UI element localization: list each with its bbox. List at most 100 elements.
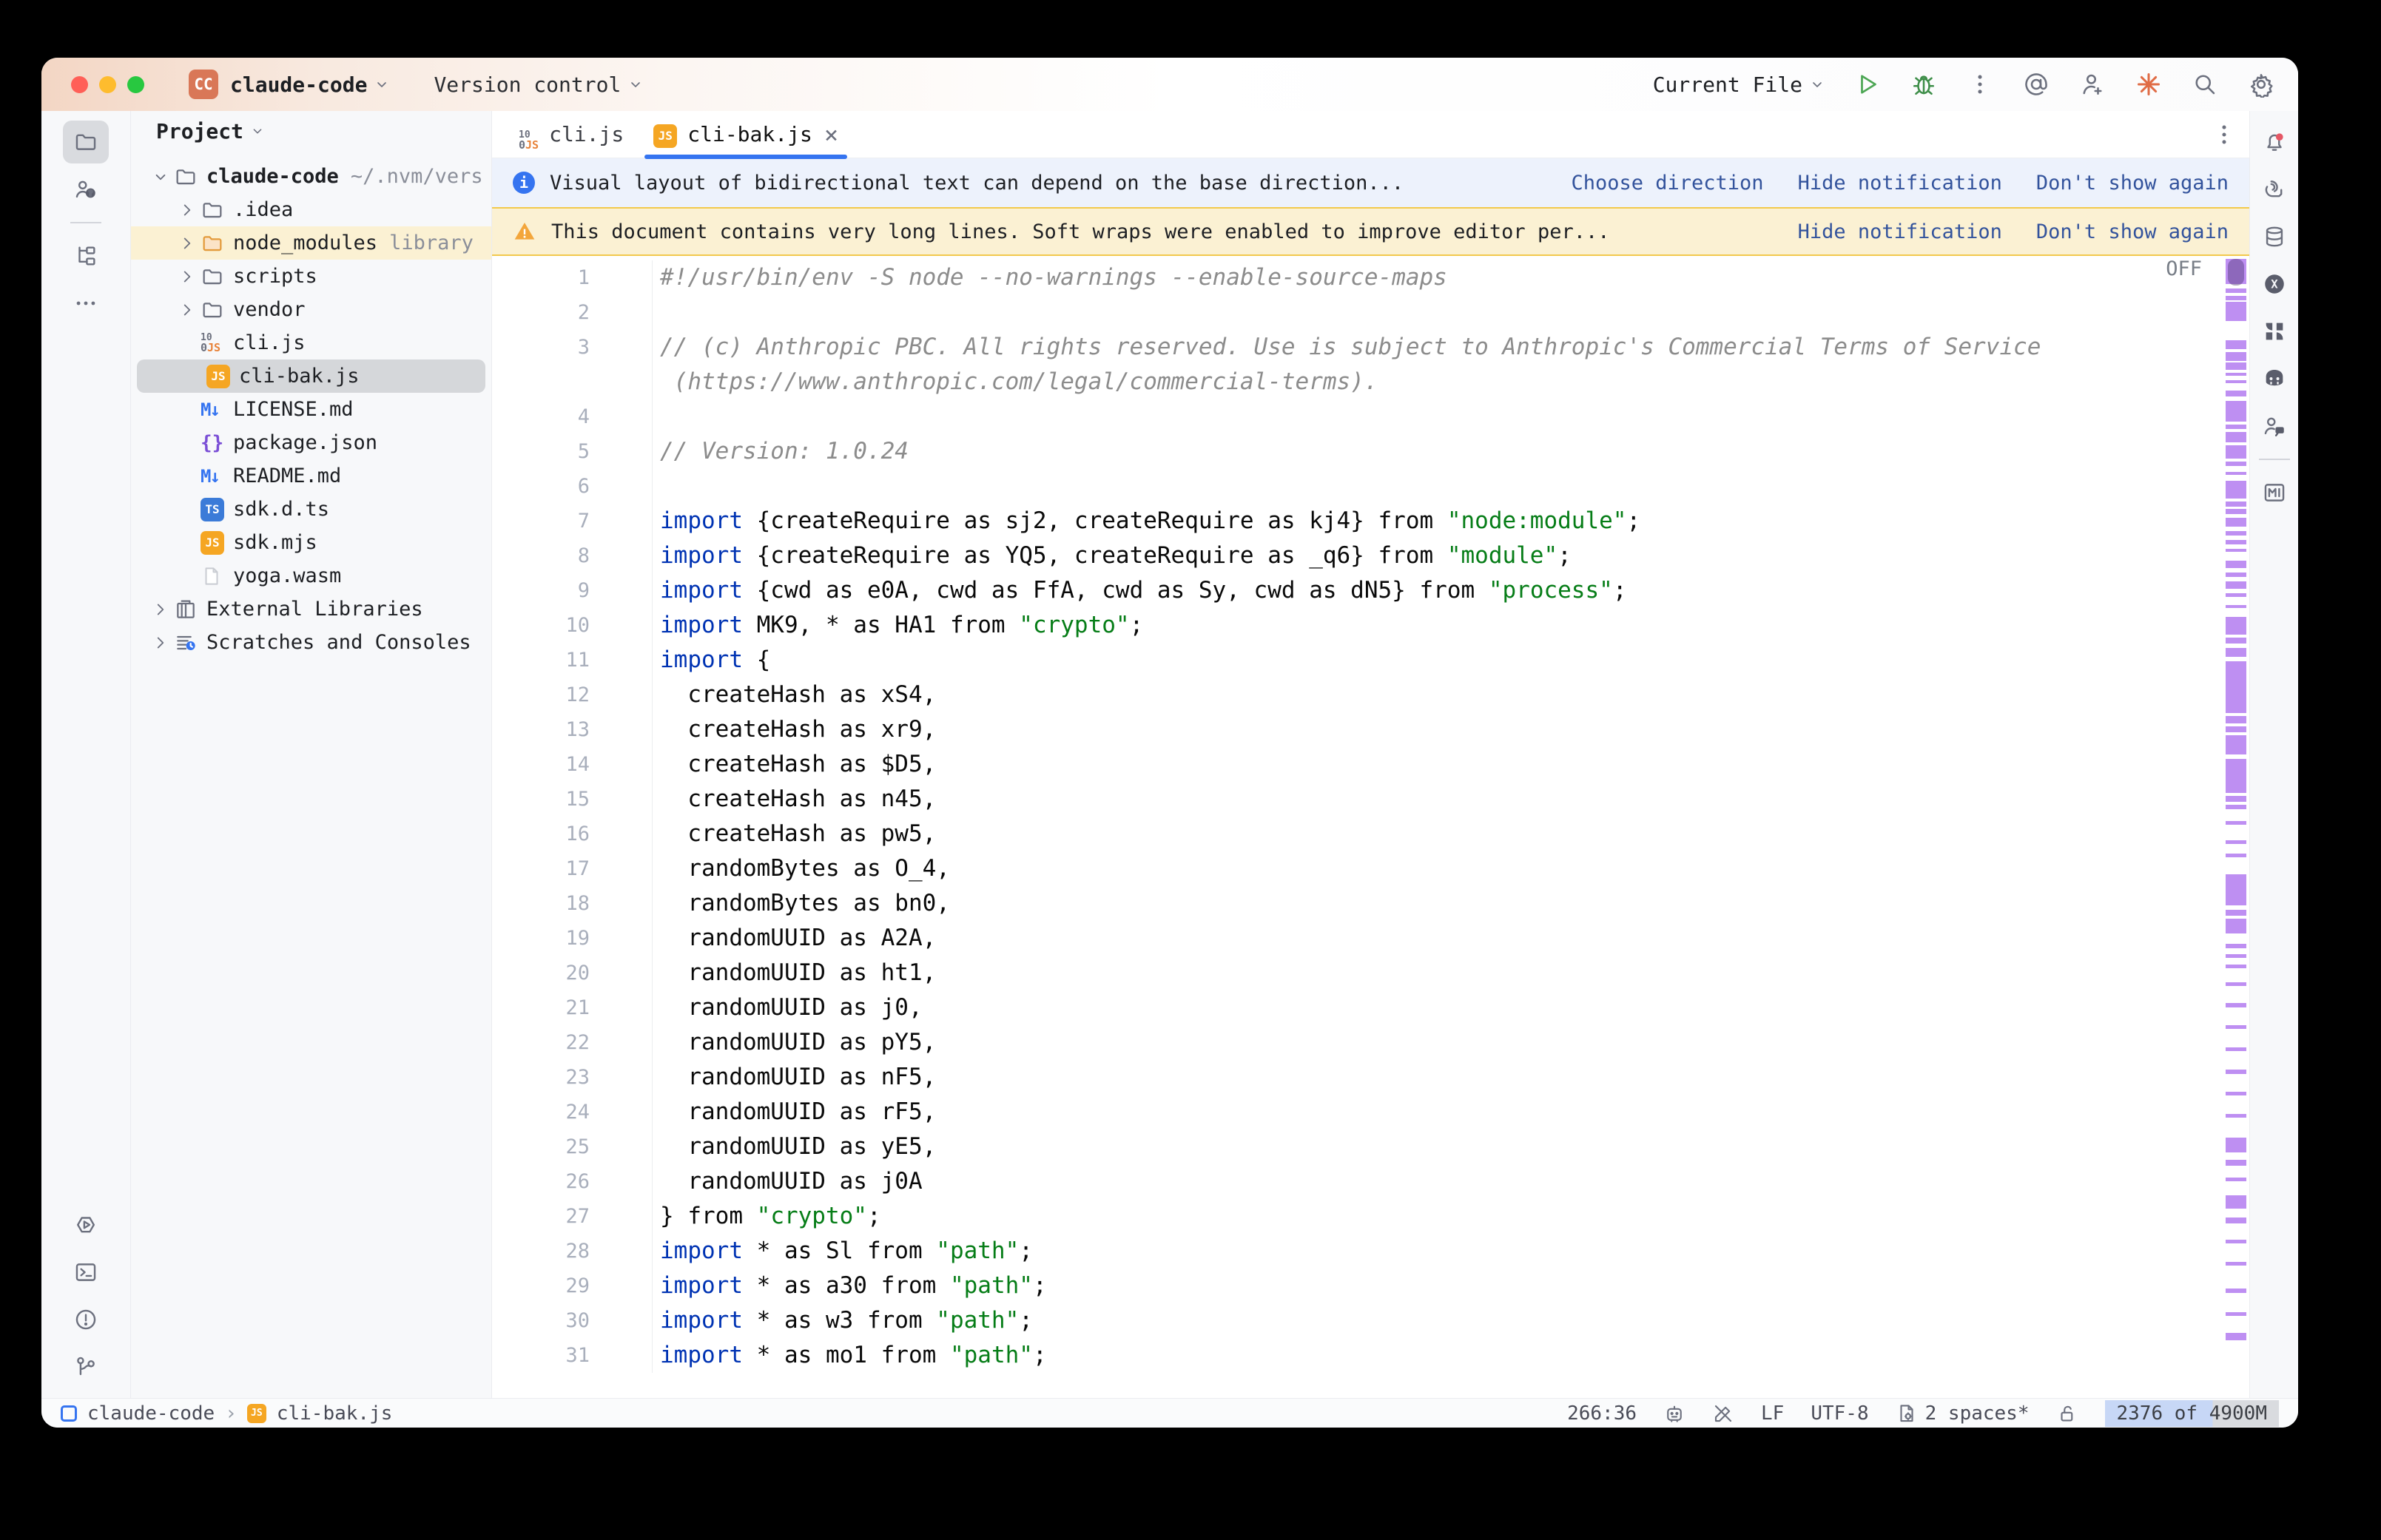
code-line[interactable]: 31import * as mo1 from "path"; [492, 1338, 2249, 1373]
code-line[interactable]: 22 randomUUID as pY5, [492, 1025, 2249, 1060]
mentions-icon[interactable] [2021, 70, 2051, 99]
line-separator-widget[interactable]: LF [1761, 1402, 1784, 1425]
markdown-icon[interactable] [2252, 471, 2297, 514]
banner-link-don-t-show-again[interactable]: Don't show again [2036, 172, 2229, 195]
chevron-down-icon[interactable] [147, 167, 174, 186]
close-window-button[interactable] [71, 76, 88, 93]
pull-requests-icon[interactable]: ? [63, 168, 109, 211]
code-with-me-icon[interactable] [2252, 405, 2297, 448]
code-line[interactable]: 2 [492, 295, 2249, 330]
chevron-right-icon[interactable] [174, 234, 201, 253]
tree-item-license-md[interactable]: M↓LICENSE.md [131, 393, 491, 426]
code-line[interactable]: 9import {cwd as e0A, cwd as FfA, cwd as … [492, 573, 2249, 608]
copilot-icon[interactable] [2252, 357, 2297, 400]
code-line[interactable]: 4 [492, 399, 2249, 434]
code-line[interactable]: 3// (c) Anthropic PBC. All rights reserv… [492, 330, 2249, 365]
run-icon[interactable] [63, 1203, 109, 1246]
tab-cli-bak-js[interactable]: JScli-bak.js× [639, 111, 853, 158]
code-line[interactable]: 29import * as a30 from "path"; [492, 1269, 2249, 1303]
code-line[interactable]: 7import {createRequire as sj2, createReq… [492, 504, 2249, 538]
chevron-right-icon[interactable] [174, 300, 201, 320]
code-line[interactable]: 27} from "crypto"; [492, 1199, 2249, 1234]
tree-item-cli-js[interactable]: 100JScli.js [131, 326, 491, 359]
tree-item-vendor[interactable]: vendor [131, 293, 491, 326]
code-line[interactable]: 26 randomUUID as j0A [492, 1164, 2249, 1199]
project-name-menu[interactable]: claude-code [230, 72, 367, 97]
banner-link-hide-notification[interactable]: Hide notification [1798, 172, 2002, 195]
code-line[interactable]: 28import * as Sl from "path"; [492, 1234, 2249, 1269]
close-tab-icon[interactable]: × [824, 123, 838, 146]
code-line[interactable]: 19 randomUUID as A2A, [492, 921, 2249, 956]
search-everywhere-button[interactable] [2190, 70, 2220, 99]
tree-item-scripts[interactable]: scripts [131, 260, 491, 293]
code-line[interactable]: 21 randomUUID as j0, [492, 990, 2249, 1025]
memory-indicator[interactable]: 2376 of 4900M [2105, 1400, 2280, 1427]
code-line[interactable]: 5// Version: 1.0.24 [492, 434, 2249, 469]
tab-cli-js[interactable]: 100JScli.js [504, 111, 639, 158]
database-icon[interactable] [2252, 215, 2297, 258]
problems-icon[interactable] [63, 1298, 109, 1341]
readonly-toggle-icon[interactable] [1712, 1402, 1734, 1425]
tree-item--idea[interactable]: .idea [131, 193, 491, 226]
code-line[interactable]: 15 createHash as n45, [492, 782, 2249, 817]
code-line[interactable]: 10import MK9, * as HA1 from "crypto"; [492, 608, 2249, 643]
tree-item-external-libraries[interactable]: External Libraries [131, 592, 491, 626]
banner-link-choose-direction[interactable]: Choose direction [1571, 172, 1763, 195]
minimize-window-button[interactable] [99, 76, 116, 93]
editor-scrollbar[interactable] [2226, 256, 2246, 1398]
code-line[interactable]: 1#!/usr/bin/env -S node --no-warnings --… [492, 260, 2249, 295]
notifications-icon[interactable] [2252, 121, 2297, 163]
version-control-menu[interactable]: Version control [434, 72, 621, 97]
tree-item-scratches-and-consoles[interactable]: Scratches and Consoles [131, 626, 491, 659]
dependencies-icon[interactable] [2252, 310, 2297, 353]
ai-spark-icon[interactable] [2134, 70, 2163, 99]
chevron-right-icon[interactable] [147, 600, 174, 619]
code-line[interactable]: 12 createHash as xS4, [492, 678, 2249, 712]
tree-item-node-modules[interactable]: node_moduleslibrary [131, 226, 491, 260]
x-plugin-icon[interactable]: X [2252, 263, 2297, 305]
code-line[interactable]: 14 createHash as $D5, [492, 747, 2249, 782]
tree-item-package-json[interactable]: {}package.json [131, 426, 491, 459]
code-line[interactable]: 8import {createRequire as YQ5, createReq… [492, 538, 2249, 573]
code-line[interactable]: 25 randomUUID as yE5, [492, 1129, 2249, 1164]
code-line[interactable]: 6 [492, 469, 2249, 504]
run-configuration-selector[interactable]: Current File [1653, 72, 1826, 97]
tree-item-yoga-wasm[interactable]: yoga.wasm [131, 559, 491, 592]
add-user-button[interactable] [2078, 70, 2107, 99]
lock-widget[interactable] [2056, 1402, 2078, 1425]
code-line[interactable]: 11import { [492, 643, 2249, 678]
code-line[interactable]: 30import * as w3 from "path"; [492, 1303, 2249, 1338]
tree-item-sdk-d-ts[interactable]: TSsdk.d.ts [131, 493, 491, 526]
highlighting-level-widget[interactable]: OFF [2166, 257, 2202, 280]
tree-item-readme-md[interactable]: M↓README.md [131, 459, 491, 493]
encoding-widget[interactable]: UTF-8 [1811, 1402, 1868, 1425]
breadcrumb-project[interactable]: claude-code [87, 1402, 215, 1425]
git-branch-icon[interactable] [63, 1345, 109, 1388]
code-line[interactable]: 17 randomBytes as O_4, [492, 851, 2249, 886]
code-line[interactable]: 18 randomBytes as bn0, [492, 886, 2249, 921]
code-line[interactable]: (https://www.anthropic.com/legal/commerc… [492, 365, 2249, 399]
code-line[interactable]: 23 randomUUID as nF5, [492, 1060, 2249, 1095]
banner-link-don-t-show-again[interactable]: Don't show again [2036, 220, 2229, 243]
settings-button[interactable] [2246, 70, 2276, 99]
code-line[interactable]: 24 randomUUID as rF5, [492, 1095, 2249, 1129]
chevron-right-icon[interactable] [174, 200, 201, 220]
code-line[interactable]: 20 randomUUID as ht1, [492, 956, 2249, 990]
project-folder-icon[interactable] [63, 121, 109, 163]
project-panel-header[interactable]: Project [131, 111, 491, 151]
ai-status-icon[interactable] [1663, 1402, 1685, 1425]
tab-options-button[interactable] [2209, 120, 2239, 149]
debug-button[interactable] [1909, 70, 1939, 99]
breadcrumb-file[interactable]: cli-bak.js [277, 1402, 393, 1425]
editor[interactable]: 1#!/usr/bin/env -S node --no-warnings --… [492, 256, 2249, 1398]
code-line[interactable]: 13 createHash as xr9, [492, 712, 2249, 747]
chevron-right-icon[interactable] [174, 267, 201, 286]
tree-item-claude-code[interactable]: claude-code~/.nvm/vers [131, 160, 491, 193]
ai-assistant-icon[interactable] [2252, 168, 2297, 211]
caret-position-widget[interactable]: 266:36 [1567, 1402, 1637, 1425]
run-button[interactable] [1853, 70, 1882, 99]
banner-link-hide-notification[interactable]: Hide notification [1798, 220, 2002, 243]
scrollbar-thumb[interactable] [2228, 259, 2244, 286]
terminal-icon[interactable] [63, 1251, 109, 1294]
zoom-window-button[interactable] [127, 76, 144, 93]
